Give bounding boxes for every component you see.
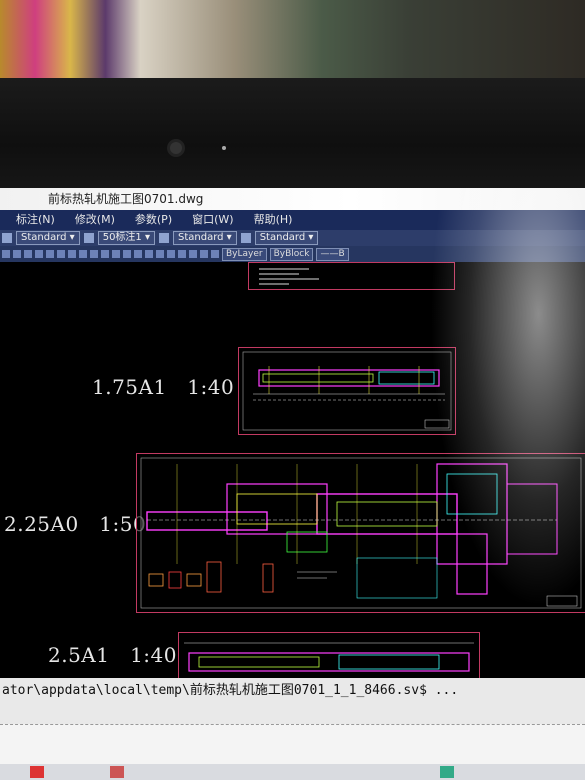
table-style-icon [159, 233, 169, 243]
sheet-size-label: 2.25A0 [4, 512, 79, 536]
linetype-value: ByBlock [273, 248, 310, 259]
sheet-1-drawing [242, 351, 452, 431]
layer-tool-icon[interactable] [24, 250, 32, 258]
menu-window[interactable]: 窗口(W) [192, 210, 233, 230]
multileader-style-select[interactable]: Standard ▾ [254, 231, 319, 245]
sheet-scale-label: 1:40 [187, 375, 235, 399]
layer-tool-icon[interactable] [2, 250, 10, 258]
dim-style-value: 50标注1 [102, 232, 142, 243]
command-input[interactable] [0, 724, 585, 765]
drawing-canvas[interactable]: 1.75A1 1:40 2.25A0 1:50 2.5A1 1:40 [0, 262, 585, 694]
layer-tool-icon[interactable] [211, 250, 219, 258]
linetype-select[interactable]: ByBlock [269, 247, 314, 261]
layer-tool-icon[interactable] [178, 250, 186, 258]
color-select[interactable]: ByLayer [222, 247, 267, 261]
window-title: 前标热轧机施工图0701.dwg [0, 188, 585, 210]
menu-help[interactable]: 帮助(H) [254, 210, 293, 230]
layers-toolbar: ByLayer ByBlock ——B [0, 246, 585, 262]
table-style-select[interactable]: Standard ▾ [173, 231, 237, 245]
layer-tool-icon[interactable] [134, 250, 142, 258]
table-style-value: Standard [178, 232, 224, 243]
menu-dimension[interactable]: 标注(N) [16, 210, 55, 230]
menu-parametric[interactable]: 参数(P) [135, 210, 172, 230]
text-style-select[interactable]: Standard ▾ [16, 231, 80, 245]
layer-tool-icon[interactable] [156, 250, 164, 258]
sheet-scale-label: 1:40 [130, 643, 177, 667]
layer-tool-icon[interactable] [145, 250, 153, 258]
command-history-text: ator\appdata\local\temp\前标热轧机施工图0701_1_1… [2, 683, 459, 698]
status-led [222, 146, 226, 150]
monitor-bezel [0, 78, 585, 190]
styles-toolbar: Standard ▾ 50标注1 ▾ Standard ▾ Standard ▾ [0, 230, 585, 246]
drawing-sheet-1[interactable] [238, 347, 456, 435]
drawing-sheet-top[interactable] [248, 262, 455, 290]
layer-tool-icon[interactable] [123, 250, 131, 258]
lineweight-select[interactable]: ——B [316, 247, 349, 261]
text-style-icon [2, 233, 12, 243]
layer-tool-icon[interactable] [13, 250, 21, 258]
layer-tool-icon[interactable] [101, 250, 109, 258]
color-value: ByLayer [226, 248, 263, 259]
webcam-icon [170, 142, 182, 154]
layer-tool-icon[interactable] [35, 250, 43, 258]
layer-tool-icon[interactable] [112, 250, 120, 258]
wps-icon[interactable] [30, 766, 44, 778]
app-icon[interactable] [440, 766, 454, 778]
layer-tool-icon[interactable] [167, 250, 175, 258]
layer-tool-icon[interactable] [79, 250, 87, 258]
scale-label-2: 2.25A0 1:50 [4, 512, 146, 536]
app-icon[interactable] [110, 766, 124, 778]
monitor-screen: 前标热轧机施工图0701.dwg 标注(N) 修改(M) 参数(P) 窗口(W)… [0, 188, 585, 780]
menu-modify[interactable]: 修改(M) [75, 210, 115, 230]
dim-style-select[interactable]: 50标注1 ▾ [97, 231, 155, 245]
layer-tool-icon[interactable] [46, 250, 54, 258]
text-style-value: Standard [21, 232, 67, 243]
sheet-size-label: 2.5A1 [48, 643, 110, 667]
multileader-style-icon [240, 233, 251, 243]
sheet-size-label: 1.75A1 [92, 375, 167, 399]
layer-tool-icon[interactable] [189, 250, 197, 258]
layer-tool-icon[interactable] [57, 250, 65, 258]
background-room [0, 0, 585, 90]
layer-tool-icon[interactable] [200, 250, 208, 258]
layer-tool-icon[interactable] [90, 250, 98, 258]
multileader-style-value: Standard [259, 232, 306, 243]
taskbar [0, 764, 585, 780]
drawing-sheet-2[interactable] [136, 453, 585, 613]
sheet-2-drawing [140, 457, 582, 609]
dim-style-icon [83, 233, 94, 243]
scale-label-3: 2.5A1 1:40 [48, 643, 177, 667]
scale-label-1: 1.75A1 1:40 [92, 375, 234, 399]
lineweight-value: ——B [320, 248, 345, 259]
command-history: ator\appdata\local\temp\前标热轧机施工图0701_1_1… [0, 678, 585, 724]
menu-bar: 标注(N) 修改(M) 参数(P) 窗口(W) 帮助(H) [0, 210, 585, 230]
sheet-preview [259, 268, 319, 285]
layer-tool-icon[interactable] [68, 250, 76, 258]
